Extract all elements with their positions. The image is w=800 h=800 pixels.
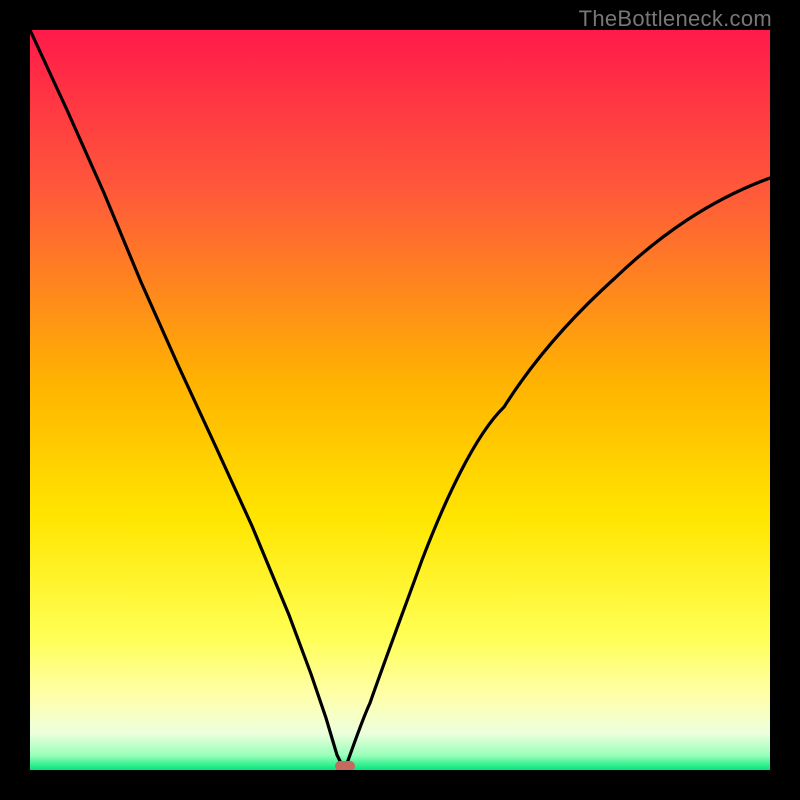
minimum-marker — [335, 761, 355, 770]
bottleneck-curve — [30, 30, 770, 770]
chart-frame: TheBottleneck.com — [0, 0, 800, 800]
plot-area — [30, 30, 770, 770]
watermark-text: TheBottleneck.com — [579, 6, 772, 32]
curve-left-branch — [30, 30, 345, 770]
curve-right-branch — [345, 178, 771, 770]
